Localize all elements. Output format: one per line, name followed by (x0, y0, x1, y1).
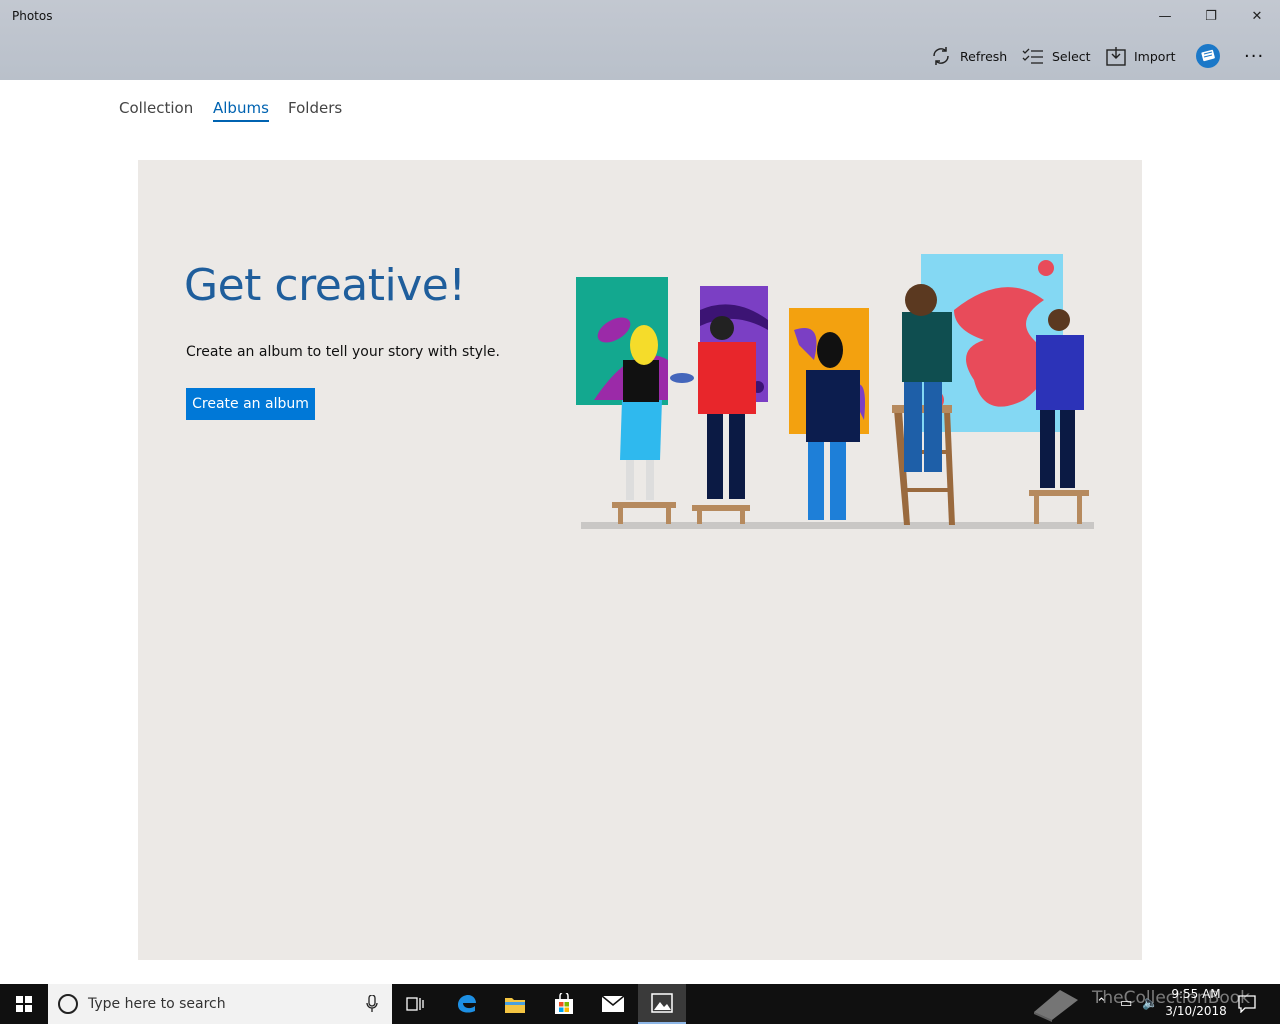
restore-icon: ❐ (1205, 8, 1217, 24)
photos-icon (651, 993, 673, 1013)
title-bar: Photos — ❐ ✕ Refresh Select Import ··· (0, 0, 1280, 80)
refresh-icon (933, 47, 949, 65)
taskbar: Type here to search TheCollectionBook ⌃ … (0, 984, 1280, 1024)
cortana-icon (58, 994, 78, 1014)
file-explorer-button[interactable] (491, 984, 539, 1024)
store-button[interactable] (540, 984, 588, 1024)
tab-collection[interactable]: Collection (119, 99, 193, 120)
clock-date[interactable]: 3/10/2018 (1164, 1004, 1228, 1018)
select-button[interactable]: Select (1022, 40, 1091, 72)
clock-time[interactable]: 9:55 AM (1168, 987, 1224, 1001)
close-icon: ✕ (1251, 8, 1263, 24)
network-icon[interactable]: ▭ (1120, 996, 1132, 1011)
minimize-button[interactable]: — (1142, 0, 1188, 32)
more-icon: ··· (1244, 45, 1265, 67)
hero-title: Get creative! (184, 260, 466, 311)
show-hidden-icons-icon[interactable]: ⌃ (1096, 996, 1107, 1011)
feedback-button[interactable] (1195, 40, 1221, 72)
more-options-button[interactable]: ··· (1244, 40, 1264, 72)
create-album-button[interactable]: Create an album (186, 388, 315, 420)
mail-icon (601, 995, 625, 1012)
microphone-icon[interactable] (366, 995, 378, 1013)
empty-albums-card: Get creative! Create an album to tell yo… (138, 160, 1142, 960)
task-view-button[interactable] (392, 984, 440, 1024)
select-label: Select (1052, 48, 1091, 64)
action-center-icon[interactable] (1238, 995, 1256, 1013)
refresh-label: Refresh (960, 48, 1008, 64)
start-button[interactable] (0, 984, 48, 1024)
taskbar-search-box[interactable]: Type here to search (48, 984, 392, 1024)
tab-albums[interactable]: Albums (213, 99, 269, 122)
app-title: Photos (12, 9, 53, 23)
feedback-icon (1196, 44, 1220, 68)
nav-bar: Collection Albums Folders (0, 80, 1280, 140)
windows-logo-icon (16, 996, 32, 1012)
book-logo-icon (1034, 990, 1078, 1022)
store-icon (555, 993, 573, 1014)
close-button[interactable]: ✕ (1234, 0, 1280, 32)
task-view-icon (406, 997, 424, 1011)
volume-icon[interactable]: 🔈 (1142, 996, 1158, 1011)
import-icon (1106, 47, 1126, 66)
tab-folders[interactable]: Folders (288, 99, 342, 120)
refresh-button[interactable]: Refresh (930, 40, 1007, 72)
mail-button[interactable] (589, 984, 637, 1024)
search-placeholder: Type here to search (88, 996, 226, 1012)
edge-icon (458, 995, 476, 1013)
import-label: Import (1134, 48, 1176, 64)
photos-button[interactable] (638, 984, 686, 1024)
restore-button[interactable]: ❐ (1188, 0, 1234, 32)
file-explorer-icon (505, 998, 525, 1013)
minimize-icon: — (1158, 8, 1172, 24)
select-list-icon (1022, 48, 1043, 64)
edge-button[interactable] (442, 984, 490, 1024)
import-button[interactable]: Import (1106, 40, 1176, 72)
hero-subtitle: Create an album to tell your story with … (186, 344, 500, 360)
artists-painting-illustration (576, 254, 1094, 529)
